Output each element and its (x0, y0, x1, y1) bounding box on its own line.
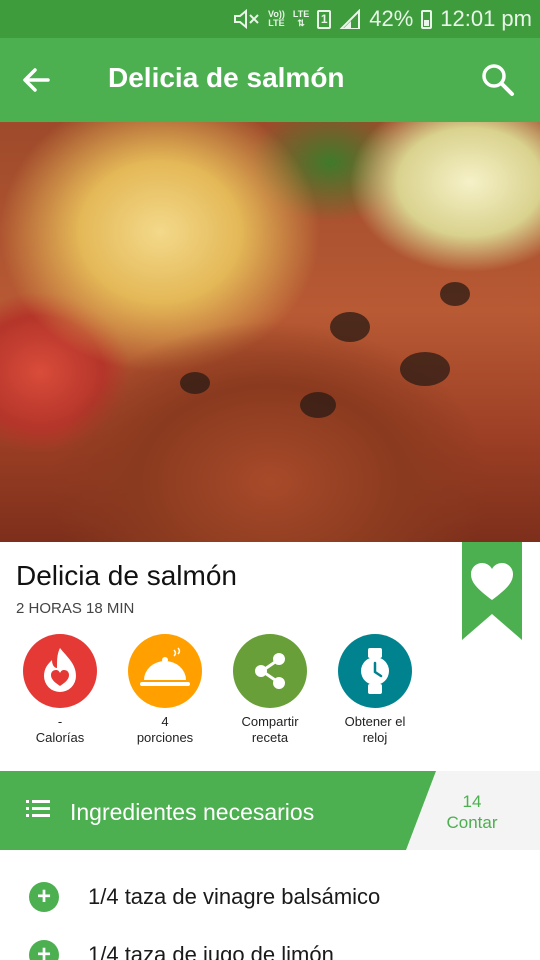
get-watch-action[interactable]: Obtener el reloj (320, 634, 430, 746)
toolbar: Delicia de salmón (0, 38, 540, 122)
calories-label: Calorías (35, 730, 85, 745)
share-icon (233, 634, 307, 708)
add-ingredient-icon[interactable]: + (29, 940, 59, 960)
servings-action[interactable]: 4 porciones (110, 634, 220, 746)
photo-detail (180, 372, 210, 394)
volte-indicator: Vo)) LTE (268, 9, 285, 28)
photo-detail (300, 392, 336, 418)
signal-icon (339, 9, 361, 29)
servings-value: 4 (161, 714, 169, 729)
status-icons: Vo)) LTE LTE ⇅ 1 42% 12:01 pm (232, 0, 532, 38)
clock: 12:01 pm (440, 6, 532, 31)
search-icon[interactable] (478, 60, 518, 100)
mute-icon (234, 9, 259, 29)
photo-detail (330, 312, 370, 342)
page-title: Delicia de salmón (108, 62, 345, 93)
ingredient-item[interactable]: + 1/4 taza de vinagre balsámico (0, 882, 540, 940)
ingredients-count-number: 14 (462, 792, 482, 811)
flame-heart-icon (23, 634, 97, 708)
recipe-time: 2 HORAS 18 MIN (16, 600, 135, 617)
ingredients-count-label: Contar (446, 813, 498, 832)
servings-label: porciones (136, 730, 194, 745)
arrow-back-icon[interactable] (16, 60, 56, 100)
share-label-line2: receta (251, 730, 289, 745)
share-recipe-action[interactable]: Compartir receta (215, 634, 325, 746)
watch-icon (338, 634, 412, 708)
sim-icon: 1 (317, 9, 332, 29)
ingredients-header: Ingredientes necesarios 14 Contar (0, 771, 540, 850)
recipe-title: Delicia de salmón (16, 560, 237, 591)
watch-label-line2: reloj (362, 730, 388, 745)
calories-value: - (57, 714, 63, 729)
battery-icon (421, 9, 433, 29)
add-ingredient-icon[interactable]: + (29, 882, 59, 912)
recipe-photo (0, 122, 540, 542)
calories-action[interactable]: - Calorías (5, 634, 115, 746)
ingredient-text: 1/4 taza de jugo de limón (88, 942, 334, 960)
list-icon (26, 800, 50, 817)
serving-cloche-icon (128, 634, 202, 708)
photo-detail (400, 352, 450, 386)
ingredients-count: 14 Contar (434, 791, 510, 833)
share-label-line1: Compartir (241, 714, 299, 729)
battery-percent: 42% (369, 6, 414, 31)
watch-label-line1: Obtener el (344, 714, 406, 729)
ingredients-title: Ingredientes necesarios (70, 799, 315, 825)
photo-detail (440, 282, 470, 306)
ingredient-item[interactable]: + 1/4 taza de jugo de limón (0, 940, 540, 960)
status-bar: Vo)) LTE LTE ⇅ 1 42% 12:01 pm (0, 0, 540, 38)
heart-bookmark-icon[interactable] (462, 542, 522, 640)
ingredient-text: 1/4 taza de vinagre balsámico (88, 884, 381, 909)
lte-indicator: LTE ⇅ (292, 9, 310, 28)
